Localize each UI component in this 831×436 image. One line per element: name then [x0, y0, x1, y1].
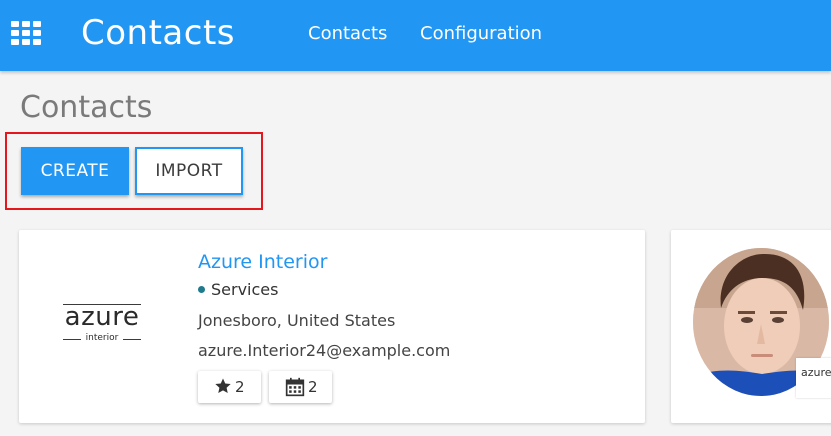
grid-apps-icon[interactable] [11, 21, 43, 45]
top-navbar: Contacts Contacts Configuration [0, 0, 831, 71]
thumbnail-logo-word: azure [801, 366, 831, 379]
logo-sub: interior [85, 333, 119, 343]
meetings-count: 2 [308, 378, 318, 396]
company-logo-thumbnail: azure [796, 358, 831, 398]
contact-card[interactable]: azure [671, 230, 831, 423]
contact-location: Jonesboro, United States [198, 311, 396, 330]
star-icon [215, 378, 231, 394]
contact-email: azure.Interior24@example.com [198, 341, 451, 360]
page-title: Contacts [20, 90, 153, 125]
nav-contacts[interactable]: Contacts [308, 23, 387, 44]
tag-dot-icon [198, 286, 205, 293]
company-logo: azure interior [57, 302, 147, 346]
contact-name[interactable]: Azure Interior [198, 251, 327, 273]
favorites-badge[interactable]: 2 [198, 371, 261, 403]
logo-word: azure [64, 302, 140, 332]
app-title: Contacts [81, 13, 235, 53]
create-button[interactable]: CREATE [21, 147, 129, 195]
nav-configuration[interactable]: Configuration [420, 23, 542, 44]
tag: Services [198, 280, 278, 299]
calendar-icon [285, 377, 305, 397]
contact-card[interactable]: azure interior Azure Interior Services J… [19, 230, 645, 423]
tag-label: Services [211, 280, 279, 299]
import-button[interactable]: IMPORT [135, 147, 243, 195]
favorites-count: 2 [235, 378, 245, 396]
meetings-badge[interactable]: 2 [269, 371, 332, 403]
